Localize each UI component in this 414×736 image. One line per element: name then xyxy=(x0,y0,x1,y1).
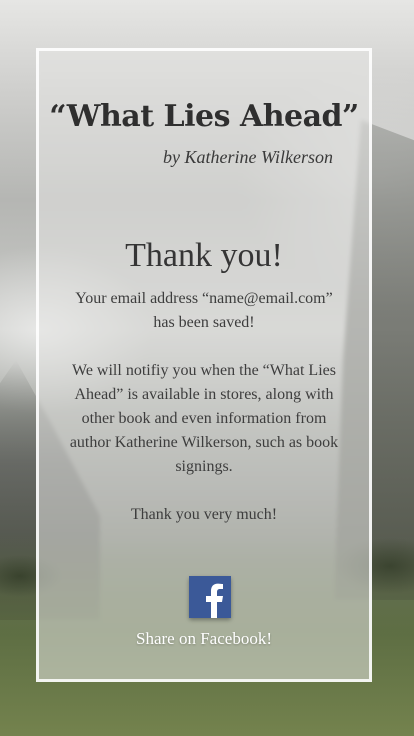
thanks-text: Thank you very much! xyxy=(130,506,278,523)
book-title: “What Lies Ahead” xyxy=(49,99,359,134)
confirmation-message: Your email address “name@email.com” has … xyxy=(69,287,339,551)
confirmation-card: “What Lies Ahead” by Katherine Wilkerson… xyxy=(36,48,372,682)
share-on-facebook-link[interactable]: Share on Facebook! xyxy=(39,629,369,649)
email-saved-text: Your email address “name@email.com” has … xyxy=(75,290,333,331)
notify-text: We will notifiy you when the “What Lies … xyxy=(69,362,339,475)
facebook-share-button[interactable] xyxy=(189,576,231,618)
thank-you-heading: Thank you! xyxy=(125,237,283,274)
author-line: by Katherine Wilkerson xyxy=(163,147,333,167)
facebook-icon xyxy=(189,576,231,618)
